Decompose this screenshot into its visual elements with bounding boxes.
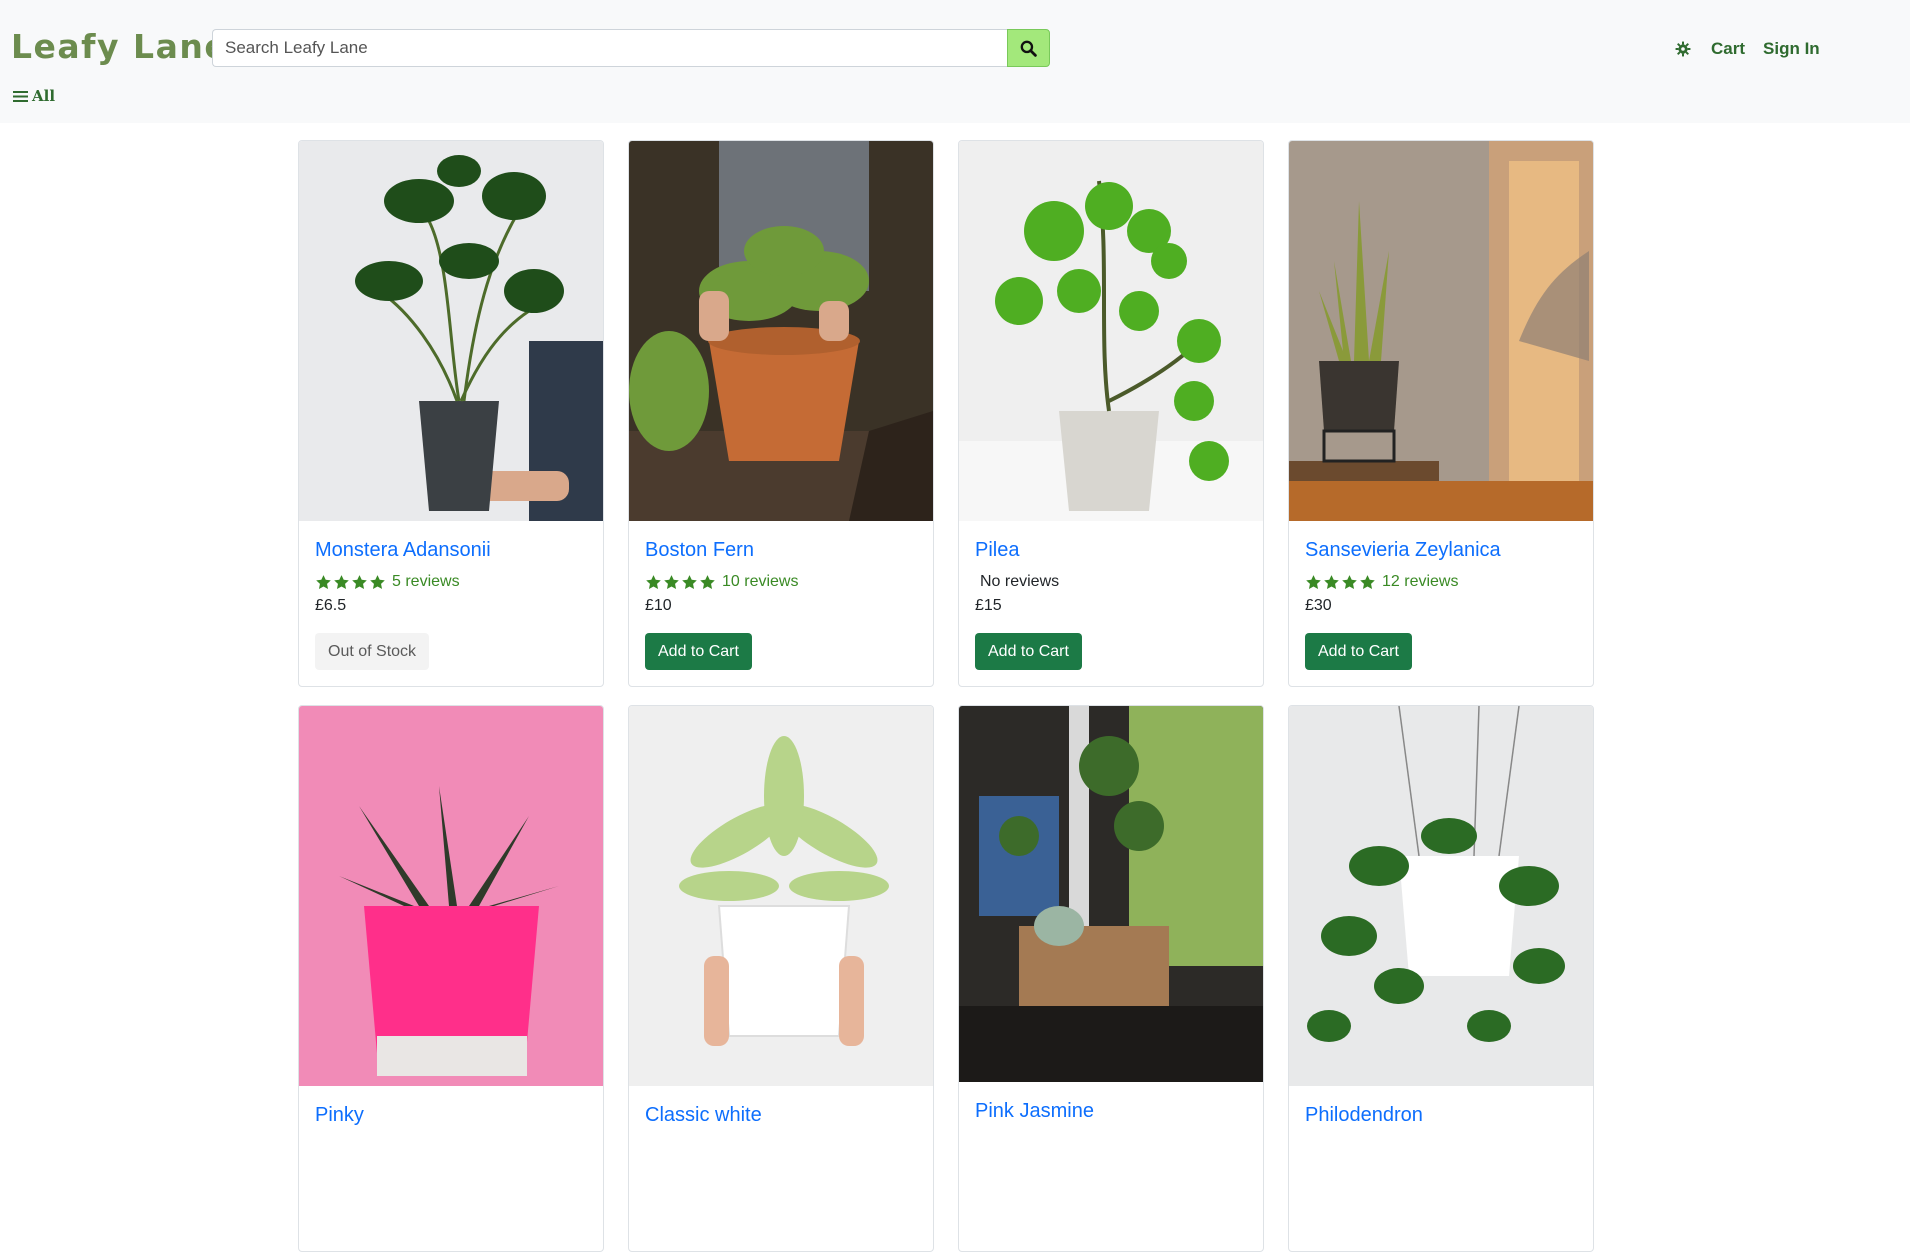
product-card: Pink Jasmine: [958, 705, 1264, 1252]
star-icon: [352, 574, 367, 589]
hamburger-icon: [13, 90, 28, 102]
product-card: Pinky: [298, 705, 604, 1252]
site-header: Leafy Lane Search Leafy Lane Cart Sign I…: [0, 0, 1910, 123]
product-price: £15: [975, 597, 1002, 614]
product-card: Sansevieria Zeylanica 12 reviews £30 Add…: [1288, 140, 1594, 687]
product-title[interactable]: Pinky: [315, 1102, 587, 1128]
product-title[interactable]: Boston Fern: [645, 537, 917, 563]
product-card: Boston Fern 10 reviews £10 Add to Cart: [628, 140, 934, 687]
product-image[interactable]: [959, 706, 1263, 1082]
product-title[interactable]: Classic white: [645, 1102, 917, 1128]
star-rating-icons: [645, 574, 716, 591]
product-price: £30: [1305, 597, 1332, 614]
out-of-stock-button[interactable]: Out of Stock: [315, 633, 430, 670]
star-rating-icons: [1305, 574, 1376, 591]
gear-icon[interactable]: [1672, 38, 1694, 60]
search-button[interactable]: [1007, 29, 1050, 67]
product-rating: 10 reviews: [645, 571, 917, 593]
star-icon: [682, 574, 697, 589]
all-label: All: [32, 87, 56, 105]
star-icon: [334, 574, 349, 589]
search-input[interactable]: [212, 29, 1007, 67]
add-to-cart-button[interactable]: Add to Cart: [1305, 633, 1412, 670]
product-title[interactable]: Philodendron: [1305, 1102, 1577, 1128]
cart-link[interactable]: Cart: [1711, 39, 1745, 59]
product-price: £10: [645, 597, 672, 614]
search-icon: [1020, 40, 1037, 57]
product-card: Philodendron: [1288, 705, 1594, 1252]
star-icon: [1360, 574, 1375, 589]
product-title[interactable]: Monstera Adansonii: [315, 537, 587, 563]
add-to-cart-button[interactable]: Add to Cart: [975, 633, 1082, 670]
sign-in-link[interactable]: Sign In: [1763, 39, 1820, 59]
product-image[interactable]: [629, 706, 933, 1086]
product-card: Pilea No reviews £15 Add to Cart: [958, 140, 1264, 687]
product-image[interactable]: [1289, 706, 1593, 1086]
product-rating: 5 reviews: [315, 571, 587, 593]
review-count[interactable]: 5 reviews: [392, 573, 460, 591]
header-nav: Cart Sign In: [1672, 38, 1820, 60]
star-icon: [664, 574, 679, 589]
product-image[interactable]: [299, 141, 603, 521]
product-title[interactable]: Pilea: [975, 537, 1247, 563]
star-icon: [1324, 574, 1339, 589]
star-icon: [370, 574, 385, 589]
product-image[interactable]: [1289, 141, 1593, 521]
product-price: £6.5: [315, 597, 347, 614]
review-count[interactable]: 12 reviews: [1382, 573, 1458, 591]
product-rating: No reviews: [975, 571, 1247, 593]
all-categories-menu[interactable]: All: [13, 87, 55, 105]
product-image[interactable]: [299, 706, 603, 1086]
star-rating-icons: [315, 574, 386, 591]
review-count: No reviews: [980, 573, 1060, 590]
search-bar: [212, 29, 1050, 67]
star-icon: [700, 574, 715, 589]
star-icon: [1306, 574, 1321, 589]
product-grid: Monstera Adansonii 5 reviews £6.5 Out of…: [298, 140, 1598, 1252]
brand-logo[interactable]: Leafy Lane: [11, 27, 228, 66]
star-icon: [316, 574, 331, 589]
product-image[interactable]: [959, 141, 1263, 521]
product-title[interactable]: Sansevieria Zeylanica: [1305, 537, 1577, 563]
product-rating: 12 reviews: [1305, 571, 1577, 593]
star-icon: [646, 574, 661, 589]
product-card: Classic white: [628, 705, 934, 1252]
review-count[interactable]: 10 reviews: [722, 573, 798, 591]
add-to-cart-button[interactable]: Add to Cart: [645, 633, 752, 670]
product-image[interactable]: [629, 141, 933, 521]
product-card: Monstera Adansonii 5 reviews £6.5 Out of…: [298, 140, 604, 687]
product-title[interactable]: Pink Jasmine: [975, 1098, 1247, 1124]
star-icon: [1342, 574, 1357, 589]
